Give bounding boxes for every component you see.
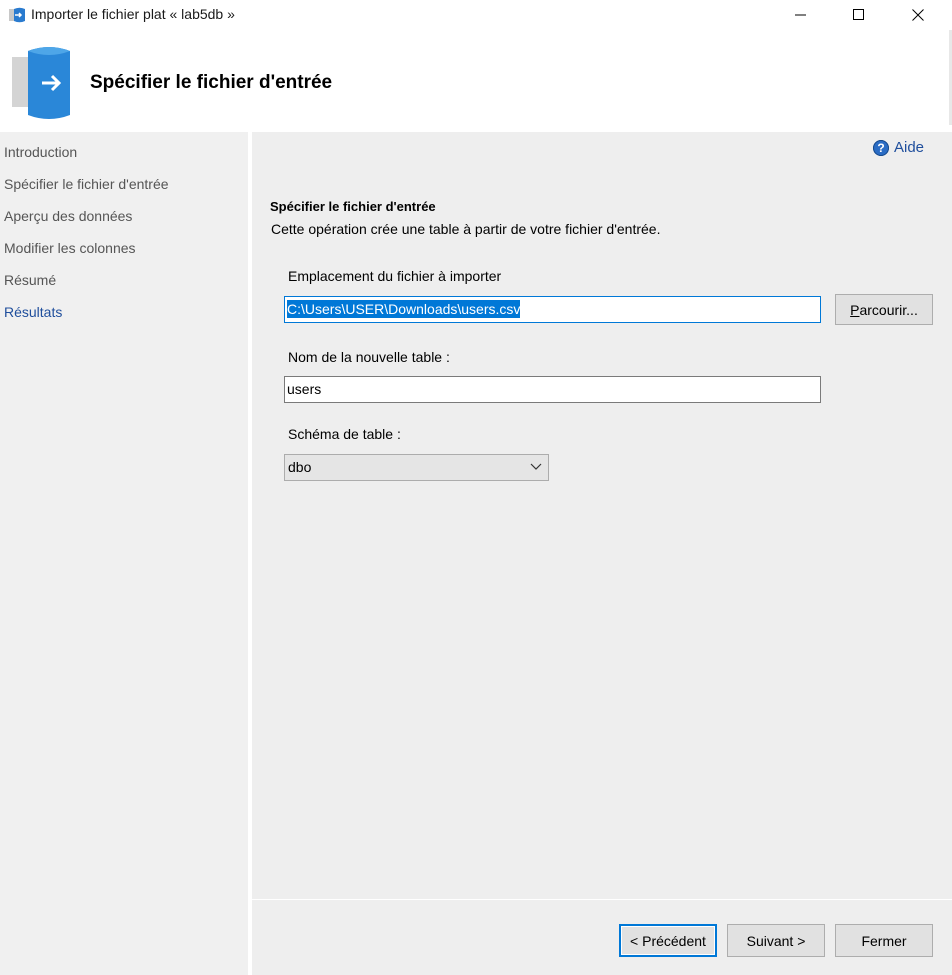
nav-item-preview-data[interactable]: Aperçu des données	[4, 208, 132, 224]
nav-item-introduction[interactable]: Introduction	[4, 144, 77, 160]
maximize-icon	[853, 9, 864, 20]
minimize-icon	[795, 14, 806, 16]
page-title: Spécifier le fichier d'entrée	[90, 72, 333, 93]
table-name-input[interactable]: users	[284, 376, 821, 403]
help-label: Aide	[894, 139, 925, 156]
next-button[interactable]: Suivant >	[727, 924, 825, 957]
file-location-label: Emplacement du fichier à importer	[288, 268, 502, 284]
browse-mnemonic: P	[850, 301, 860, 318]
nav-item-summary[interactable]: Résumé	[4, 272, 56, 288]
file-location-value: C:\Users\USER\Downloads\users.csv	[287, 300, 521, 318]
table-name-label: Nom de la nouvelle table :	[288, 349, 450, 365]
schema-selected-value: dbo	[288, 459, 312, 475]
file-location-input[interactable]: C:\Users\USER\Downloads\users.csv	[284, 296, 821, 323]
close-icon	[912, 9, 924, 21]
browse-button[interactable]: Parcourir...	[835, 294, 933, 325]
browse-label: arcourir...	[859, 301, 918, 318]
section-title: Spécifier le fichier d'entrée	[270, 199, 436, 214]
minimize-button[interactable]	[778, 0, 824, 30]
wizard-steps-nav	[0, 132, 248, 975]
schema-label: Schéma de table :	[288, 426, 401, 442]
app-icon	[9, 7, 25, 23]
import-database-icon	[12, 47, 70, 119]
help-icon: ?	[873, 139, 889, 156]
help-link[interactable]: ? Aide	[873, 139, 924, 156]
section-description: Cette opération crée une table à partir …	[271, 221, 661, 237]
maximize-button[interactable]	[836, 0, 882, 30]
title-bar: Importer le fichier plat « lab5db »	[0, 0, 952, 30]
content-pane	[252, 132, 952, 975]
table-name-value: users	[287, 381, 322, 397]
wizard-header: Spécifier le fichier d'entrée	[0, 30, 952, 132]
close-window-button[interactable]	[895, 0, 941, 30]
previous-button[interactable]: < Précédent	[619, 924, 717, 957]
nav-item-modify-columns[interactable]: Modifier les colonnes	[4, 240, 136, 256]
close-button[interactable]: Fermer	[835, 924, 933, 957]
schema-select[interactable]: dbo	[284, 454, 549, 481]
window-title: Importer le fichier plat « lab5db »	[31, 6, 235, 22]
nav-item-results[interactable]: Résultats	[4, 304, 62, 320]
footer-divider	[252, 899, 952, 900]
nav-item-specify-input-file[interactable]: Spécifier le fichier d'entrée	[4, 176, 169, 192]
chevron-down-icon	[530, 463, 542, 470]
